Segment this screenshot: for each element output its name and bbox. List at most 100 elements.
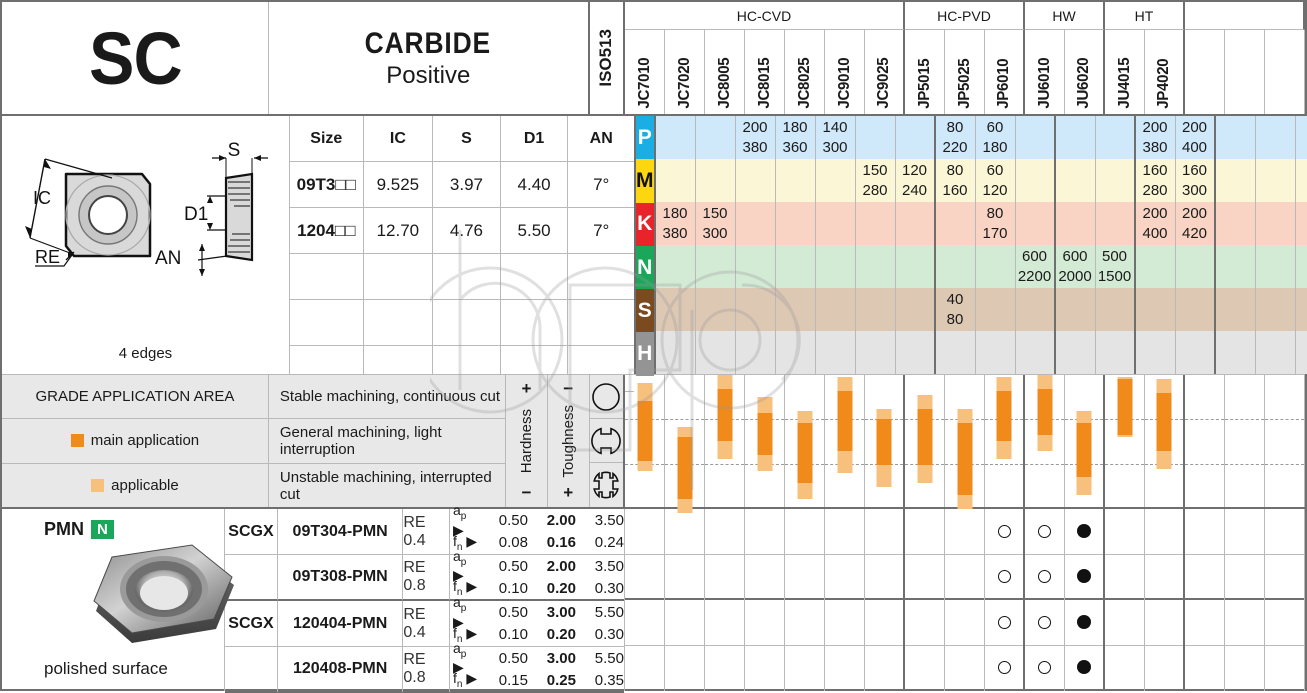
- availability-cell[interactable]: [785, 600, 824, 646]
- availability-cell[interactable]: [1105, 555, 1144, 601]
- availability-cell[interactable]: [905, 555, 944, 601]
- speed-value: 220: [942, 138, 967, 158]
- availability-cell[interactable]: [745, 555, 784, 601]
- availability-cell[interactable]: [945, 646, 984, 692]
- availability-cell[interactable]: [865, 509, 903, 555]
- availability-cell[interactable]: [665, 509, 704, 555]
- availability-cell[interactable]: [665, 646, 704, 692]
- availability-cell[interactable]: [705, 555, 744, 601]
- availability-cell[interactable]: [745, 646, 784, 692]
- availability-cell[interactable]: [1065, 600, 1103, 646]
- grade-header-JC8025[interactable]: JC8025: [785, 30, 825, 114]
- availability-cell[interactable]: [905, 646, 944, 692]
- availability-cell[interactable]: [745, 509, 784, 555]
- availability-cell[interactable]: [1145, 509, 1183, 555]
- availability-cell[interactable]: [1105, 509, 1144, 555]
- availability-cell[interactable]: [785, 646, 824, 692]
- grade-header-JC8005[interactable]: JC8005: [705, 30, 745, 114]
- availability-cell[interactable]: [785, 509, 824, 555]
- availability-cell[interactable]: [1225, 509, 1264, 555]
- availability-cell[interactable]: [1145, 646, 1183, 692]
- availability-cell[interactable]: [1065, 555, 1103, 601]
- availability-cell[interactable]: [1145, 555, 1183, 601]
- grade-header-JU6020[interactable]: JU6020: [1065, 30, 1105, 114]
- availability-cell[interactable]: [825, 509, 864, 555]
- availability-cell[interactable]: [945, 509, 984, 555]
- availability-cell[interactable]: [825, 600, 864, 646]
- availability-cell[interactable]: [1265, 509, 1304, 555]
- availability-cell[interactable]: [985, 600, 1023, 646]
- availability-cell[interactable]: [1185, 509, 1224, 555]
- product-designation[interactable]: 120408-PMN: [277, 647, 402, 693]
- availability-cell[interactable]: [865, 646, 903, 692]
- availability-cell[interactable]: [1225, 555, 1264, 601]
- availability-cell[interactable]: [625, 600, 664, 646]
- speed-cell-N-JC7010: [656, 245, 696, 288]
- availability-cell[interactable]: [985, 509, 1023, 555]
- availability-cell[interactable]: [705, 600, 744, 646]
- availability-cell[interactable]: [625, 555, 664, 601]
- availability-cell[interactable]: [745, 600, 784, 646]
- availability-cell[interactable]: [1025, 509, 1064, 555]
- availability-cell[interactable]: [665, 555, 704, 601]
- product-designation[interactable]: 120404-PMN: [277, 601, 402, 647]
- availability-cell[interactable]: [1265, 555, 1304, 601]
- availability-cell[interactable]: [865, 600, 903, 646]
- availability-cell[interactable]: [1145, 600, 1183, 646]
- product-designation[interactable]: 09T304-PMN: [277, 509, 402, 555]
- availability-cell[interactable]: [1265, 646, 1304, 692]
- availability-cell[interactable]: [1025, 646, 1064, 692]
- product-row[interactable]: 09T308-PMNRE 0.8ap ▶0.502.003.50fn ▶0.10…: [225, 555, 624, 601]
- availability-cell[interactable]: [705, 509, 744, 555]
- availability-cell[interactable]: [705, 646, 744, 692]
- availability-cell[interactable]: [1065, 509, 1103, 555]
- grade-header-JC7010[interactable]: JC7010: [625, 30, 665, 114]
- grade-header-empty-14[interactable]: [1185, 30, 1225, 114]
- availability-cell[interactable]: [1225, 600, 1264, 646]
- availability-cell[interactable]: [1225, 646, 1264, 692]
- availability-cell[interactable]: [1185, 555, 1224, 601]
- iso-category-K: K: [636, 203, 654, 246]
- grade-header-JC7020[interactable]: JC7020: [665, 30, 705, 114]
- availability-cell[interactable]: [945, 555, 984, 601]
- speed-value: 200: [1142, 204, 1167, 224]
- availability-cell[interactable]: [985, 555, 1023, 601]
- product-row[interactable]: 120408-PMNRE 0.8ap ▶0.503.005.50fn ▶0.15…: [225, 647, 624, 693]
- availability-cell[interactable]: [1185, 600, 1224, 646]
- product-designation[interactable]: 09T308-PMN: [277, 555, 402, 601]
- grade-header-empty-15[interactable]: [1225, 30, 1265, 114]
- grade-header-JC8015[interactable]: JC8015: [745, 30, 785, 114]
- grade-header-label: JU4015: [1116, 57, 1134, 108]
- grade-header-empty-16[interactable]: [1265, 30, 1305, 114]
- grade-header-JP5015[interactable]: JP5015: [905, 30, 945, 114]
- availability-cell[interactable]: [785, 555, 824, 601]
- iso-category-column: PMKNSH: [636, 116, 656, 374]
- availability-cell[interactable]: [1065, 646, 1103, 692]
- availability-cell[interactable]: [625, 646, 664, 692]
- availability-cell[interactable]: [1105, 646, 1144, 692]
- availability-cell[interactable]: [985, 646, 1023, 692]
- availability-cell[interactable]: [1185, 646, 1224, 692]
- grade-header-JC9025[interactable]: JC9025: [865, 30, 905, 114]
- grade-header-JC9010[interactable]: JC9010: [825, 30, 865, 114]
- availability-cell[interactable]: [825, 555, 864, 601]
- grade-header-JU4015[interactable]: JU4015: [1105, 30, 1145, 114]
- availability-cell[interactable]: [1025, 555, 1064, 601]
- product-row[interactable]: SCGX120404-PMNRE 0.4ap ▶0.503.005.50fn ▶…: [225, 601, 624, 647]
- availability-cell[interactable]: [905, 509, 944, 555]
- availability-cell[interactable]: [1025, 600, 1064, 646]
- grade-header-JU6010[interactable]: JU6010: [1025, 30, 1065, 114]
- availability-cell[interactable]: [945, 600, 984, 646]
- availability-cell[interactable]: [825, 646, 864, 692]
- grade-header-JP6010[interactable]: JP6010: [985, 30, 1025, 114]
- availability-cell[interactable]: [1265, 600, 1304, 646]
- grade-header-JP4020[interactable]: JP4020: [1145, 30, 1185, 114]
- grade-header-JP5025[interactable]: JP5025: [945, 30, 985, 114]
- availability-cell[interactable]: [625, 509, 664, 555]
- product-row[interactable]: SCGX09T304-PMNRE 0.4ap ▶0.502.003.50fn ▶…: [225, 509, 624, 555]
- application-bar-empty-16: [1265, 375, 1305, 507]
- availability-cell[interactable]: [865, 555, 903, 601]
- availability-cell[interactable]: [905, 600, 944, 646]
- availability-cell[interactable]: [665, 600, 704, 646]
- availability-cell[interactable]: [1105, 600, 1144, 646]
